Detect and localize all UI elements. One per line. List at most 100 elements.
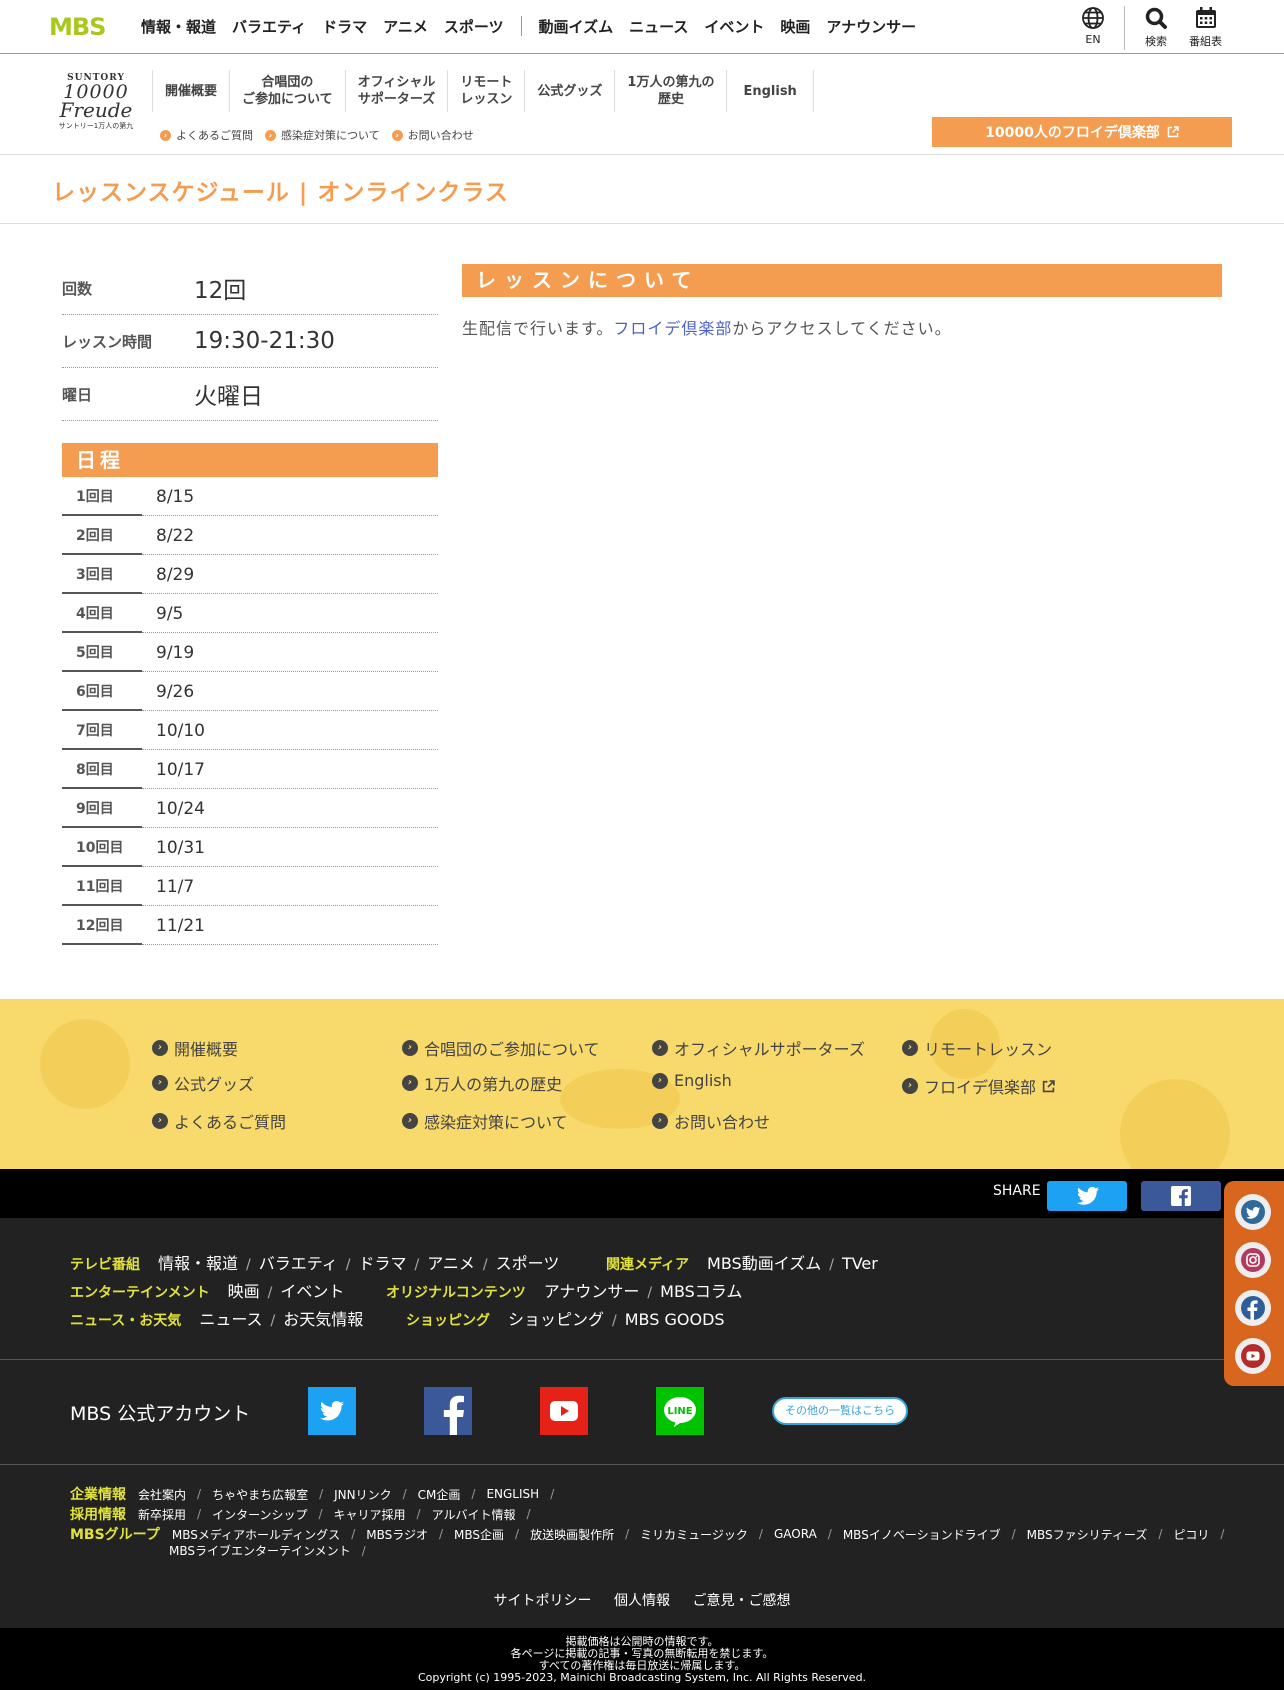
twitter-account-icon[interactable] xyxy=(308,1387,356,1435)
footer-link-contact[interactable]: › お問い合わせ xyxy=(652,1109,770,1133)
chevron-right-icon: › xyxy=(902,1078,918,1094)
footer-link[interactable]: TVer xyxy=(842,1254,878,1273)
policy-links: サイトポリシー 個人情報 ご意見・ご感想 xyxy=(0,1590,1284,1610)
subnav-english[interactable]: English xyxy=(726,70,814,112)
nav-newsroom[interactable]: ニュース xyxy=(629,16,688,37)
footer-link[interactable]: MBSラジオ xyxy=(366,1526,428,1543)
subnav-label: 合唱団の xyxy=(261,75,314,90)
footer-link[interactable]: アナウンサー xyxy=(544,1278,640,1302)
nav-event[interactable]: イベント xyxy=(704,16,764,37)
footer-link[interactable]: ENGLISH xyxy=(486,1487,539,1501)
sublink-contact[interactable]: › お問い合わせ xyxy=(391,127,474,143)
footer-link[interactable]: JNNリンク xyxy=(334,1486,392,1503)
search-button[interactable]: 検索 xyxy=(1144,6,1168,49)
footer-link-participation[interactable]: › 合唱団のご参加について xyxy=(402,1036,600,1060)
nav-drama[interactable]: ドラマ xyxy=(322,16,367,37)
footer-link[interactable]: ニュース xyxy=(199,1306,262,1330)
footer-link-supporters[interactable]: › オフィシャルサポーターズ xyxy=(652,1036,865,1060)
nav-anime[interactable]: アニメ xyxy=(383,16,428,37)
subnav-history[interactable]: 1万人の第九の 歴史 xyxy=(614,70,726,112)
subnav-supporters[interactable]: オフィシャル サポーターズ xyxy=(344,70,448,112)
subnav-remote-lesson[interactable]: リモート レッスン xyxy=(447,70,524,112)
footer-link[interactable]: ショッピング xyxy=(508,1306,604,1330)
nav-sports[interactable]: スポーツ xyxy=(444,16,504,37)
subnav-goods[interactable]: 公式グッズ xyxy=(524,70,614,112)
footer-link-freude-club[interactable]: › フロイデ倶楽部 xyxy=(902,1074,1055,1098)
lesson-heading: レッスンについて xyxy=(462,264,1222,297)
footer-link[interactable]: MBSコラム xyxy=(660,1278,742,1302)
nav-douga-ism[interactable]: 動画イズム xyxy=(539,16,614,37)
footer-category-news: ニュース・お天気 xyxy=(70,1313,182,1329)
facebook-follow-button[interactable] xyxy=(1235,1290,1271,1326)
subnav-participation[interactable]: 合唱団の ご参加について xyxy=(229,70,345,112)
footer-link[interactable]: MBS GOODS xyxy=(625,1310,725,1329)
site-policy-link[interactable]: サイトポリシー xyxy=(494,1593,592,1609)
language-button[interactable]: EN xyxy=(1081,6,1105,46)
footer-link[interactable]: GAORA xyxy=(774,1527,817,1541)
separator: / xyxy=(416,1507,421,1521)
youtube-follow-button[interactable] xyxy=(1235,1338,1271,1374)
footer-link[interactable]: MBS動画イズム xyxy=(707,1250,821,1274)
footer-link[interactable]: 映画 xyxy=(228,1278,260,1302)
footer-link[interactable]: 会社案内 xyxy=(138,1486,186,1503)
subnav-label: English xyxy=(743,83,797,99)
footer-link[interactable]: イベント xyxy=(280,1278,344,1302)
footer-link[interactable]: スポーツ xyxy=(496,1250,560,1274)
footer-link-english[interactable]: › English xyxy=(652,1071,732,1090)
footer-link[interactable]: MBSイノベーションドライブ xyxy=(843,1526,1001,1543)
footer-link[interactable]: CM企画 xyxy=(418,1486,461,1503)
nav-announcer[interactable]: アナウンサー xyxy=(826,16,916,37)
footer-link[interactable]: お天気情報 xyxy=(283,1306,363,1330)
footer-link[interactable]: ちゃやまち広報室 xyxy=(212,1486,308,1503)
nav-movie[interactable]: 映画 xyxy=(780,16,810,37)
feedback-link[interactable]: ご意見・ご感想 xyxy=(692,1593,790,1609)
facebook-account-icon[interactable] xyxy=(424,1387,472,1435)
footer-link-goods[interactable]: › 公式グッズ xyxy=(152,1071,254,1095)
footer-link[interactable]: インターンシップ xyxy=(212,1506,307,1523)
footer-link-faq[interactable]: › よくあるご質問 xyxy=(152,1109,286,1133)
instagram-follow-button[interactable] xyxy=(1235,1242,1271,1278)
footer-link[interactable]: キャリア採用 xyxy=(334,1506,406,1523)
footer-link[interactable]: ドラマ xyxy=(359,1250,407,1274)
sublink-label: お問い合わせ xyxy=(407,129,474,142)
footer-link[interactable]: MBS企画 xyxy=(454,1526,504,1543)
group-info-row-2: MBSライブエンターテインメント / xyxy=(169,1542,377,1559)
footer-link[interactable]: アニメ xyxy=(427,1250,475,1274)
nav-news[interactable]: 情報・報道 xyxy=(141,16,216,37)
youtube-account-icon[interactable] xyxy=(540,1387,588,1435)
footer-link[interactable]: 放送映画製作所 xyxy=(530,1526,614,1543)
instagram-icon xyxy=(1241,1248,1265,1272)
footer-link-overview[interactable]: › 開催概要 xyxy=(152,1036,238,1060)
share-twitter-button[interactable] xyxy=(1047,1181,1127,1211)
footer-link[interactable]: MBSメディアホールディングス xyxy=(172,1526,340,1543)
twitter-follow-button[interactable] xyxy=(1235,1194,1271,1230)
freude-club-button[interactable]: 10000人のフロイデ倶楽部 xyxy=(932,117,1232,147)
line-account-icon[interactable]: LINE xyxy=(656,1387,704,1435)
footer-link[interactable]: 情報・報道 xyxy=(158,1250,238,1274)
footer-link[interactable]: ミリカミュージック xyxy=(640,1526,748,1543)
footer-link-history[interactable]: › 1万人の第九の歴史 xyxy=(402,1071,562,1095)
footer-link[interactable]: ピコリ xyxy=(1173,1526,1209,1543)
footer-link-remote-lesson[interactable]: › リモートレッスン xyxy=(902,1036,1052,1060)
schedule-number: 10回目 xyxy=(62,828,142,867)
tv-schedule-button[interactable]: 番組表 xyxy=(1189,6,1222,49)
share-facebook-button[interactable] xyxy=(1141,1181,1221,1211)
sublink-faq[interactable]: › よくあるご質問 xyxy=(160,127,253,143)
privacy-link[interactable]: 個人情報 xyxy=(614,1593,670,1609)
footer-link[interactable]: 新卒採用 xyxy=(138,1506,186,1523)
footer-link[interactable]: アルバイト情報 xyxy=(432,1506,516,1523)
mbs-logo[interactable]: MBS xyxy=(49,14,120,38)
footer-link[interactable]: MBSライブエンターテインメント xyxy=(169,1542,351,1559)
nav-variety[interactable]: バラエティ xyxy=(232,16,306,37)
subnav-overview[interactable]: 開催概要 xyxy=(152,70,229,112)
other-accounts-button[interactable]: その他の一覧はこちら xyxy=(772,1397,908,1425)
sublink-infection[interactable]: › 感染症対策について xyxy=(265,127,380,143)
schedule-date: 9/19 xyxy=(142,633,438,672)
chevron-right-icon: › xyxy=(160,129,171,141)
footer-link-infection[interactable]: › 感染症対策について xyxy=(402,1109,568,1133)
footer-link[interactable]: MBSファシリティーズ xyxy=(1027,1526,1148,1543)
footer-link[interactable]: バラエティ xyxy=(259,1250,338,1274)
freude-club-link[interactable]: フロイデ倶楽部 xyxy=(613,319,732,338)
freude-logo[interactable]: SUNTORY 10000 Freude サントリー1万人の第九 xyxy=(50,73,142,130)
footer-category-original: オリジナルコンテンツ xyxy=(386,1285,526,1301)
